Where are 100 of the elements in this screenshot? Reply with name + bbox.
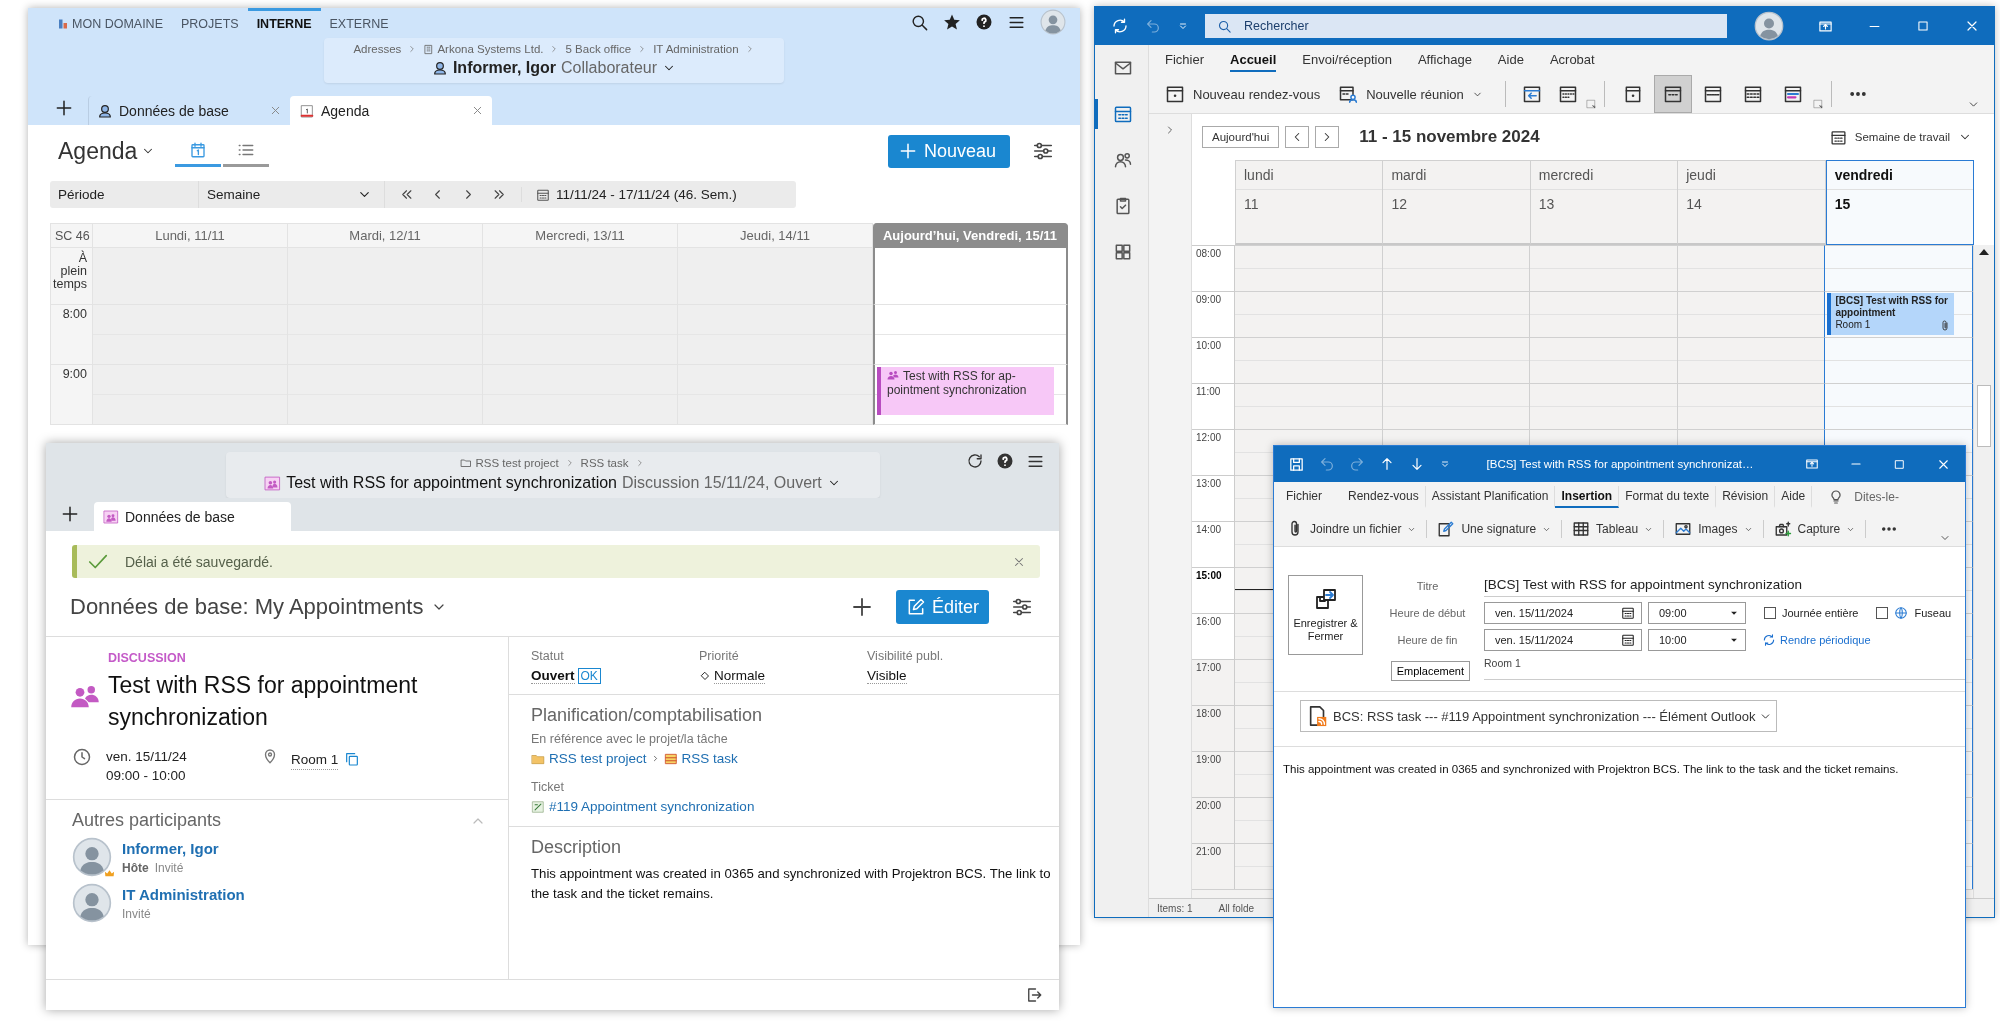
- time-label: 08:00: [1192, 245, 1235, 291]
- tell-me-field[interactable]: Dites-le-: [1854, 490, 1899, 504]
- time-dropdown[interactable]: 10:00: [1648, 629, 1746, 651]
- participant-role: Hôte: [122, 860, 149, 875]
- day-name: mercredi: [1530, 161, 1678, 190]
- day-number: 11: [1243, 195, 1260, 214]
- ribbon-button[interactable]: Nouvelle réunion: [1334, 84, 1487, 104]
- task-link[interactable]: RSS task: [681, 751, 738, 766]
- time-label: 16:00: [1192, 613, 1235, 659]
- window-title: [BCS] Test with RSS for appointment synchronizat…: [1485, 458, 1755, 470]
- ribbon-tab[interactable]: Acrobat: [1549, 48, 1595, 72]
- location-button[interactable]: Emplacement: [1390, 661, 1470, 681]
- ribbon-tab[interactable]: Rendez-vous: [1342, 486, 1426, 508]
- notice-text: Délai a été sauvegardé.: [125, 553, 274, 570]
- date-field[interactable]: ven. 15/11/2024: [1484, 602, 1642, 624]
- day-number: 14: [1685, 195, 1703, 214]
- field-label: Heure de fin: [1396, 634, 1459, 646]
- record-type: Discussion 15/11/24, Ouvert: [622, 474, 822, 492]
- filter-label: Période: [57, 187, 106, 202]
- time-label: 8:00: [50, 305, 93, 365]
- section-heading: Planification/comptabilisation: [531, 705, 764, 726]
- day-header: Lundi, 11/11: [93, 223, 288, 248]
- date-field[interactable]: ven. 15/11/2024: [1484, 629, 1642, 651]
- ribbon-button[interactable]: Joindre un fichier: [1282, 520, 1428, 538]
- today-button[interactable]: Aujourd'hui: [1202, 126, 1280, 148]
- breadcrumb-link[interactable]: Arkona Systems Ltd.: [423, 43, 544, 55]
- ribbon-button[interactable]: Images: [1670, 520, 1764, 538]
- breadcrumb-link[interactable]: Adresses: [353, 43, 402, 55]
- ribbon-tab[interactable]: Insertion: [1555, 486, 1620, 508]
- time-label: 20:00: [1192, 797, 1235, 843]
- ribbon-tab[interactable]: Format du texte: [1619, 486, 1717, 508]
- day-name: lundi: [1236, 161, 1383, 190]
- time-label: 18:00: [1192, 705, 1235, 751]
- nav-tab[interactable]: INTERNE: [247, 8, 321, 36]
- description-text: This appointment was created in 0365 and synchronized with Projektron BCS. The link to the task and the ticket remains.: [531, 865, 1051, 903]
- field-label: Ticket: [531, 780, 565, 794]
- subject-field[interactable]: [BCS] Test with RSS for appointment synchronization: [1484, 575, 1965, 597]
- page-title[interactable]: Agenda: [58, 137, 156, 165]
- time-label: 19:00: [1192, 751, 1235, 797]
- nav-tab[interactable]: MON DOMAINE: [48, 8, 172, 36]
- time-label: 10:00: [1192, 337, 1235, 383]
- day-header: Aujourd’hui, Vendredi, 15/11: [873, 223, 1068, 248]
- field-label: En référence avec le projet/la tâche: [531, 732, 729, 746]
- day-header: Jeudi, 14/11: [678, 223, 873, 248]
- tab[interactable]: Données de base: [94, 502, 291, 531]
- ribbon-button[interactable]: Tableau: [1568, 520, 1665, 538]
- new-button[interactable]: Nouveau: [887, 134, 1010, 168]
- ribbon-tab[interactable]: Fichier: [1165, 48, 1204, 72]
- time-label: 11:00: [1192, 383, 1235, 429]
- participant-link[interactable]: Informer, Igor: [122, 839, 219, 857]
- edit-button[interactable]: Éditer: [895, 590, 989, 624]
- participant-link[interactable]: IT Administration: [122, 885, 245, 903]
- ticket-link[interactable]: #119 Appointment synchronization: [549, 799, 755, 814]
- date-range: 11 - 15 novembre 2024: [1359, 127, 1540, 147]
- linked-item-dropdown[interactable]: BCS: RSS task --- #119 Appointment synchronization --- Élément Outlook: [1300, 700, 1778, 732]
- checkbox-label: Fuseau: [1914, 607, 1952, 619]
- appointment-notes: This appointment was created in 0365 and synchronized with Projektron BCS. The link to the task and the ticket remains.: [1283, 762, 1900, 777]
- section-heading[interactable]: Données de base: My Appointments: [70, 594, 448, 620]
- nav-tab[interactable]: EXTERNE: [320, 8, 398, 36]
- date-range[interactable]: 11/11/24 - 17/11/24 (46. Sem.): [556, 187, 737, 202]
- ribbon-button[interactable]: Une signature: [1433, 520, 1563, 538]
- time-label: 15:00: [1192, 567, 1235, 613]
- time-dropdown[interactable]: 09:00: [1648, 602, 1746, 624]
- breadcrumb-link[interactable]: RSS task: [580, 457, 629, 469]
- time-label: 13:00: [1192, 475, 1235, 521]
- breadcrumb-link[interactable]: IT Administration: [653, 43, 739, 55]
- ribbon-button[interactable]: Nouveau rendez-vous: [1161, 84, 1325, 104]
- calendar-event[interactable]: Test with RSS for ap-pointment synchronization: [877, 367, 1054, 415]
- field-label: Titre: [1415, 580, 1440, 592]
- day-header: Mercredi, 13/11: [483, 223, 678, 248]
- breadcrumb-link[interactable]: RSS test project: [460, 457, 559, 469]
- ribbon-tab[interactable]: Aide: [1497, 48, 1524, 72]
- ribbon-tab[interactable]: Aide: [1775, 486, 1813, 508]
- save-close-button[interactable]: Enregistrer & Fermer: [1288, 575, 1363, 655]
- tab[interactable]: Agenda: [290, 96, 492, 125]
- field-value: Normale: [714, 668, 765, 684]
- status-text: All folde: [1218, 902, 1255, 914]
- location-field[interactable]: Room 1: [1484, 657, 1965, 680]
- field-value: Visible: [867, 668, 907, 684]
- day-name: mardi: [1383, 161, 1530, 190]
- breadcrumb-link[interactable]: 5 Back office: [565, 43, 632, 55]
- project-link[interactable]: RSS test project: [549, 751, 647, 766]
- ribbon-button[interactable]: Capture: [1769, 520, 1867, 538]
- field-label: Visibilité publ.: [867, 649, 945, 663]
- ribbon-tab[interactable]: Accueil: [1230, 48, 1277, 72]
- ribbon-tab[interactable]: Assistant Planification: [1425, 486, 1556, 508]
- ribbon-tab[interactable]: Envoi/réception: [1302, 48, 1392, 72]
- recurrence-link[interactable]: Rendre périodique: [1762, 633, 1871, 647]
- view-dropdown[interactable]: Semaine de travail: [1829, 128, 1972, 146]
- ribbon-tab[interactable]: Révision: [1716, 486, 1776, 508]
- nav-tab[interactable]: PROJETS: [172, 8, 248, 36]
- search-field[interactable]: Rechercher: [1205, 14, 1727, 38]
- period-dropdown[interactable]: Semaine: [198, 181, 385, 208]
- ribbon-tab[interactable]: Fichier: [1280, 486, 1328, 508]
- participants-heading: Autres participants: [72, 810, 222, 831]
- section-heading: Description: [531, 837, 623, 858]
- participant-status: Invité: [154, 860, 184, 875]
- calendar-event[interactable]: [BCS] Test with RSS for appointment Room 1: [1827, 293, 1954, 335]
- ribbon-tab[interactable]: Affichage: [1417, 48, 1472, 72]
- day-name: jeudi: [1678, 161, 1825, 190]
